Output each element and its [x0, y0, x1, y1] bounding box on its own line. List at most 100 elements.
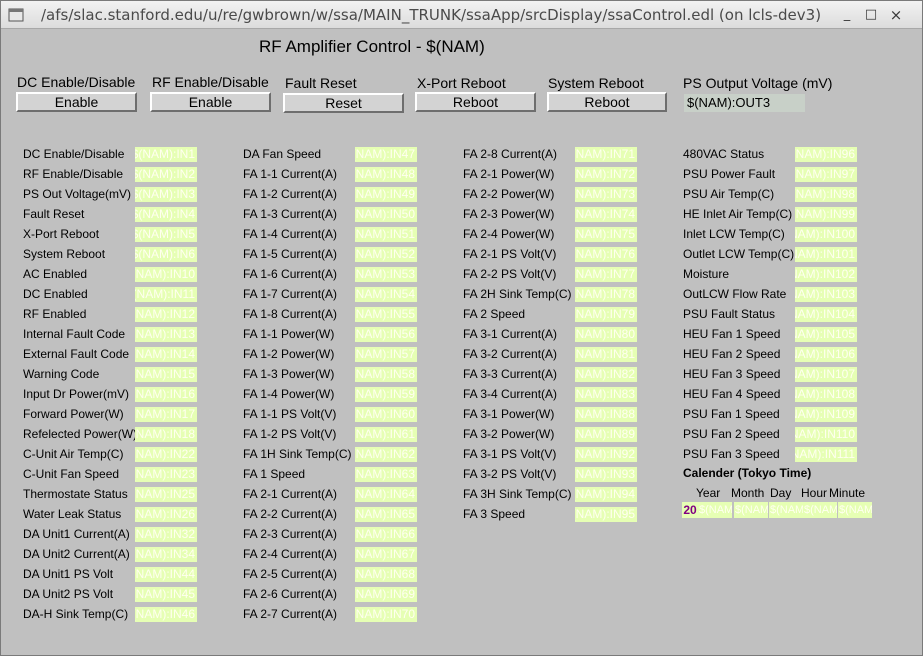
monitor-value: $(NAM):IN44: [135, 567, 197, 582]
monitor-value-text: $(NAM):IN76: [575, 247, 635, 261]
monitor-value: $(NAM):IN78: [575, 287, 637, 302]
app-window: /afs/slac.stanford.edu/u/re/gwbrown/w/ss…: [0, 0, 923, 656]
output-voltage-label: PS Output Voltage (mV): [683, 75, 833, 91]
monitor-value-text: $(NAM):IN93: [575, 467, 635, 481]
monitor-label: FA 3-2 Power(W): [463, 427, 555, 441]
dc-enable-button[interactable]: Enable: [16, 92, 137, 112]
monitor-value-text: $(NAM):IN111: [795, 447, 855, 461]
monitor-value-text: $(NAM):IN44: [135, 567, 195, 581]
monitor-value: $(NAM):IN89: [575, 427, 637, 442]
monitor-label: FA 1-3 Current(A): [243, 207, 338, 221]
monitor-value: $(NAM):IN17: [135, 407, 197, 422]
monitor-value-text: $(NAM):IN69: [355, 587, 415, 601]
monitor-label: PSU Fan 1 Speed: [683, 407, 780, 421]
title-bar[interactable]: /afs/slac.stanford.edu/u/re/gwbrown/w/ss…: [1, 1, 922, 29]
monitor-value-text: $(NAM):IN65: [355, 507, 415, 521]
monitor-value: $(NAM):IN73: [575, 187, 637, 202]
calendar-hour-value: $(NAM):IN115: [803, 502, 837, 518]
monitor-label: FA 1 Speed: [243, 467, 306, 481]
monitor-value: $(NAM):IN60: [355, 407, 417, 422]
monitor-value-text: $(NAM):IN82: [575, 367, 635, 381]
monitor-value: $(NAM):IN81: [575, 347, 637, 362]
monitor-label: FA 2-3 Power(W): [463, 207, 555, 221]
rf-enable-button[interactable]: Enable: [150, 92, 271, 112]
monitor-value: $(NAM):IN96: [795, 147, 857, 162]
calendar-year-prefix: 20: [682, 502, 698, 518]
calendar-year-value: $(NAM):IN112: [698, 502, 732, 518]
monitor-value-text: $(NAM):IN79: [575, 307, 635, 321]
monitor-label: HE Inlet Air Temp(C): [683, 207, 793, 221]
monitor-label: FA 2-1 Power(W): [463, 167, 555, 181]
monitor-value-text: $(NAM):IN13: [135, 327, 195, 341]
monitor-label: FA 2-7 Current(A): [243, 607, 338, 621]
monitor-label: FA 3H Sink Temp(C): [463, 487, 572, 501]
monitor-value: $(NAM):IN71: [575, 147, 637, 162]
monitor-label: FA 1-2 PS Volt(V): [243, 427, 337, 441]
monitor-value-text: $(NAM):IN74: [575, 207, 635, 221]
monitor-value: $(NAM):IN53: [355, 267, 417, 282]
app-icon: [8, 8, 24, 22]
monitor-value-text: $(NAM):IN10: [135, 267, 195, 281]
monitor-value-text: $(NAM):IN51: [355, 227, 415, 241]
monitor-label: Input Dr Power(mV): [23, 387, 130, 401]
monitor-value: $(NAM):IN3: [135, 187, 197, 202]
close-button[interactable]: ×: [887, 6, 905, 24]
monitor-value: $(NAM):IN54: [355, 287, 417, 302]
fault-reset-button[interactable]: Reset: [283, 93, 404, 113]
monitor-value-text: $(NAM):IN102: [795, 267, 855, 281]
monitor-value: $(NAM):IN48: [355, 167, 417, 182]
monitor-value: $(NAM):IN83: [575, 387, 637, 402]
screen-title: RF Amplifier Control - $(NAM): [259, 37, 485, 56]
monitor-value-text: $(NAM):IN46: [135, 607, 195, 621]
monitor-value-text: $(NAM):IN106: [795, 347, 855, 361]
monitor-label: C-Unit Fan Speed: [23, 467, 120, 481]
monitor-label: HEU Fan 1 Speed: [683, 327, 781, 341]
monitor-value: $(NAM):IN80: [575, 327, 637, 342]
monitor-value-text: $(NAM):IN58: [355, 367, 415, 381]
monitor-value-text: $(NAM):IN107: [795, 367, 855, 381]
maximize-button[interactable]: □: [862, 6, 880, 24]
monitor-value-text: $(NAM):IN88: [575, 407, 635, 421]
system-reboot-button[interactable]: Reboot: [547, 92, 667, 112]
monitor-value-text: $(NAM):IN6: [135, 247, 195, 261]
monitor-value: $(NAM):IN110: [795, 427, 857, 442]
monitor-value-text: $(NAM):IN95: [575, 507, 635, 521]
monitor-value: $(NAM):IN26: [135, 507, 197, 522]
monitor-value: $(NAM):IN74: [575, 207, 637, 222]
monitor-value: $(NAM):IN32: [135, 527, 197, 542]
monitor-label: PSU Air Temp(C): [683, 187, 775, 201]
monitor-value: $(NAM):IN10: [135, 267, 197, 282]
monitor-label: FA 3-1 PS Volt(V): [463, 447, 557, 461]
monitor-label: DA Unit1 Current(A): [23, 527, 130, 541]
monitor-label: Fault Reset: [23, 207, 85, 221]
system-reboot-label: System Reboot: [548, 75, 644, 91]
monitor-value-text: $(NAM):IN94: [575, 487, 635, 501]
monitor-value-text: $(NAM):IN11: [135, 287, 195, 301]
monitor-label: FA 3-2 Current(A): [463, 347, 558, 361]
monitor-value-text: $(NAM):IN26: [135, 507, 195, 521]
monitor-label: Moisture: [683, 267, 730, 281]
xport-reboot-button[interactable]: Reboot: [415, 92, 536, 112]
monitor-label: PSU Fan 2 Speed: [683, 427, 780, 441]
monitor-label: FA 1-2 Power(W): [243, 347, 335, 361]
monitor-value: $(NAM):IN64: [355, 487, 417, 502]
monitor-value: $(NAM):IN109: [795, 407, 857, 422]
monitor-label: DA Fan Speed: [243, 147, 322, 161]
monitor-label: FA 1-5 Current(A): [243, 247, 338, 261]
monitor-value: $(NAM):IN111: [795, 447, 857, 462]
calendar-title: Calender (Tokyo Time): [683, 466, 812, 480]
monitor-value: $(NAM):IN82: [575, 367, 637, 382]
monitor-label: FA 2-6 Current(A): [243, 587, 338, 601]
monitor-value-text: $(NAM):IN105: [795, 327, 855, 341]
monitor-label: FA 1-1 PS Volt(V): [243, 407, 337, 421]
monitor-value: $(NAM):IN94: [575, 487, 637, 502]
monitor-label: 480VAC Status: [683, 147, 765, 161]
monitor-label: Thermostate Status: [23, 487, 128, 501]
monitor-value: $(NAM):IN23: [135, 467, 197, 482]
monitor-value-text: $(NAM):IN62: [355, 447, 415, 461]
minimize-button[interactable]: _: [838, 6, 856, 24]
calendar-day-header: Day: [770, 486, 792, 500]
monitor-label: AC Enabled: [23, 267, 88, 281]
fault-reset-label: Fault Reset: [285, 75, 357, 91]
monitor-value: $(NAM):IN22: [135, 447, 197, 462]
